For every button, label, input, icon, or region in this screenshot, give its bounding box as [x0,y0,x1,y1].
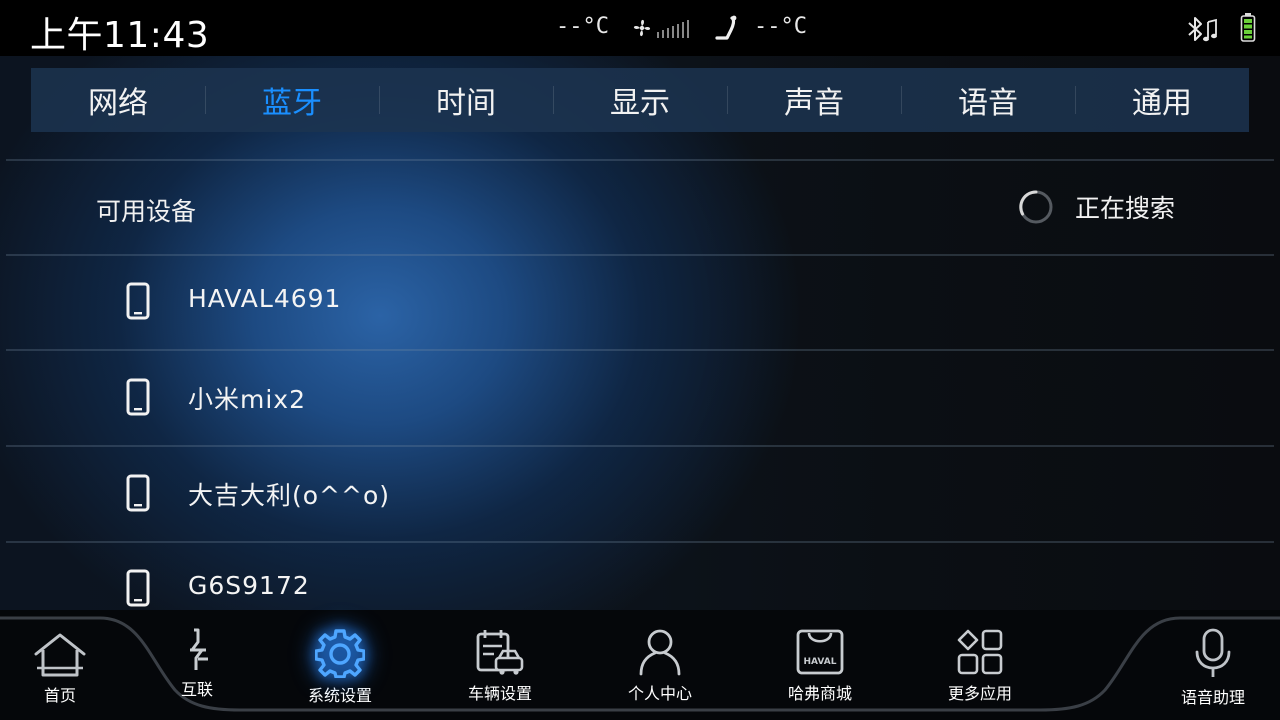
loading-spinner-icon [1019,190,1053,224]
seat-airflow-icon[interactable] [712,14,742,44]
search-status: 正在搜索 [1075,194,1176,223]
dock-connect-label: 互联 [180,680,213,699]
device-name: HAVAL4691 [188,284,342,313]
clock: 上午11:43 [30,15,210,56]
tab-voice[interactable]: 语音 [901,68,1075,132]
home-icon [34,633,86,677]
battery-icon [1240,13,1256,42]
connect-icon [190,628,208,670]
more-apps-icon [957,629,1003,675]
phone-icon [126,474,150,512]
fan-speed-bars-icon [657,20,689,38]
divider [6,159,1274,161]
bluetooth-music-icon [1188,17,1217,42]
microphone-icon [1195,628,1231,677]
gear-icon [315,629,365,678]
driver-temperature[interactable]: --°C [556,14,609,39]
tab-network[interactable]: 网络 [31,68,205,132]
dock-vehicle-settings[interactable]: 车辆设置 [460,628,540,704]
tab-time[interactable]: 时间 [379,68,553,132]
dock-home-label: 首页 [43,686,76,705]
tab-display[interactable]: 显示 [553,68,727,132]
dock-more-apps-label: 更多应用 [947,684,1012,703]
tab-general[interactable]: 通用 [1075,68,1249,132]
user-icon [639,629,681,676]
available-devices-title: 可用设备 [96,197,197,226]
dock-personal-center-label: 个人中心 [627,684,692,703]
dock-voice-assistant[interactable]: 语音助理 [1176,628,1250,708]
haval-logo-text: HAVAL [804,657,837,667]
dock-home[interactable]: 首页 [28,632,92,706]
device-name: 大吉大利(o^^o) [188,481,390,510]
dock-system-settings-label: 系统设置 [307,686,372,705]
device-name: 小米mix2 [188,385,306,414]
status-bar: 上午11:43 --°C --°C [0,0,1280,56]
dock-haval-mall-label: 哈弗商城 [787,684,852,703]
phone-icon [126,378,150,416]
tab-sound[interactable]: 声音 [727,68,901,132]
device-row[interactable]: HAVAL4691 [6,254,1274,348]
vehicle-settings-icon [476,630,524,675]
bottom-dock: 首页 互联 系统设置 车辆设置 个人中心 HAVAL 哈弗商城 更多应用 语音助… [0,610,1280,720]
device-row[interactable]: 大吉大利(o^^o) [6,446,1274,540]
dock-system-settings[interactable]: 系统设置 [300,628,380,706]
dock-vehicle-settings-label: 车辆设置 [467,684,532,703]
dock-voice-assistant-label: 语音助理 [1180,688,1245,707]
fan-icon[interactable] [632,18,652,38]
tab-bluetooth[interactable]: 蓝牙 [205,68,379,132]
phone-icon [126,569,150,607]
dock-more-apps[interactable]: 更多应用 [940,628,1020,704]
passenger-temperature[interactable]: --°C [754,14,807,39]
phone-icon [126,282,150,320]
shopping-bag-icon: HAVAL [796,629,844,675]
dock-haval-mall[interactable]: HAVAL 哈弗商城 [780,628,860,704]
dock-connect[interactable]: 互联 [170,628,224,700]
device-row[interactable]: 小米mix2 [6,350,1274,444]
dock-personal-center[interactable]: 个人中心 [620,628,700,704]
settings-tab-bar: 网络 蓝牙 时间 显示 声音 语音 通用 [31,68,1249,132]
device-name: G6S9172 [188,571,310,600]
